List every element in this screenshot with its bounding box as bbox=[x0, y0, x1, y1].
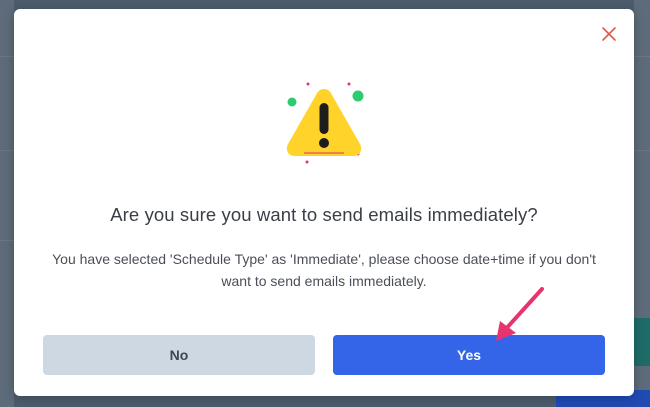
background-divider bbox=[0, 150, 14, 151]
close-button[interactable] bbox=[600, 25, 618, 43]
close-icon bbox=[602, 27, 616, 41]
background-divider bbox=[0, 240, 14, 241]
background-divider bbox=[0, 56, 14, 57]
background-divider bbox=[634, 56, 650, 57]
dialog-title: Are you sure you want to send emails imm… bbox=[110, 204, 538, 225]
background-divider bbox=[634, 150, 650, 151]
warning-icon bbox=[286, 82, 364, 164]
background-left-panel bbox=[0, 0, 14, 407]
no-button[interactable]: No bbox=[43, 335, 315, 375]
dialog-message: You have selected 'Schedule Type' as 'Im… bbox=[52, 251, 596, 289]
confirmation-dialog: Are you sure you want to send emails imm… bbox=[14, 9, 634, 396]
yes-button[interactable]: Yes bbox=[333, 335, 605, 375]
warning-illustration bbox=[279, 81, 369, 171]
background-teal-panel bbox=[634, 318, 650, 366]
